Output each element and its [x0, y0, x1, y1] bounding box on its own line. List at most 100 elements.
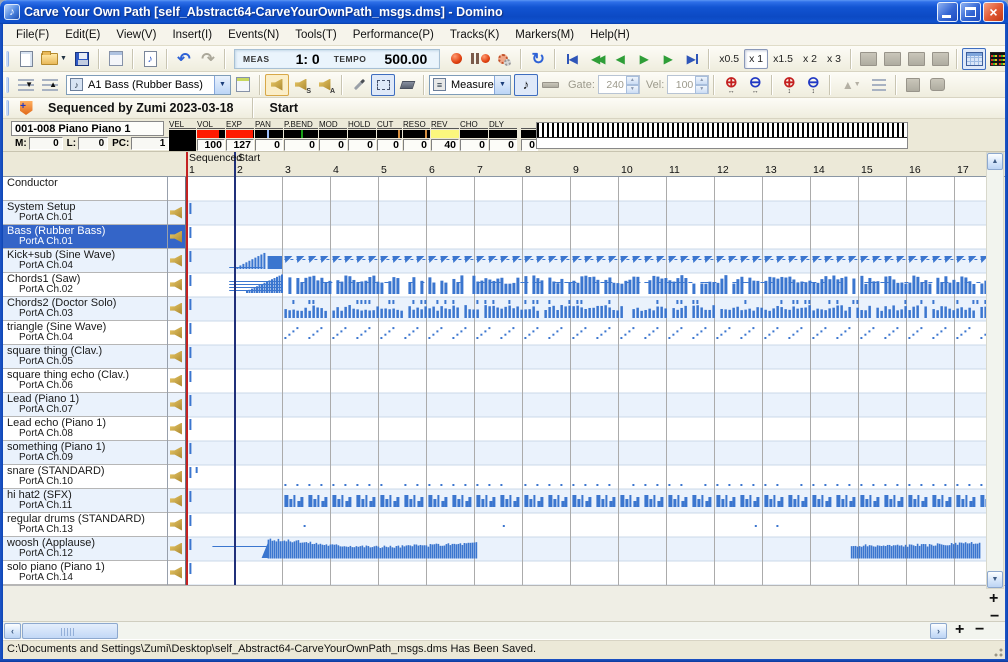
menu-performance[interactable]: Performance(P) — [345, 26, 442, 44]
track-speaker-cell[interactable] — [168, 465, 185, 489]
settings-gears-button[interactable] — [492, 48, 516, 70]
track-speaker-cell[interactable] — [168, 537, 185, 561]
track-row-regular-drums-standard[interactable]: regular drums (STANDARD)PortA Ch.13 — [3, 513, 167, 537]
track-speaker-cell[interactable] — [168, 489, 185, 513]
menu-edit[interactable]: Edit(E) — [57, 26, 108, 44]
disabled-tool-button-2[interactable] — [880, 48, 904, 70]
track-speaker-cell[interactable] — [168, 321, 185, 345]
controller-vel[interactable]: VEL — [169, 120, 196, 151]
track-speaker-cell[interactable] — [168, 393, 185, 417]
track-properties-button[interactable] — [231, 74, 255, 96]
open-file-button[interactable]: ▼ — [38, 48, 70, 70]
monitor-button[interactable] — [265, 74, 289, 96]
close-button[interactable]: × — [983, 2, 1004, 22]
timeline-ruler[interactable]: Sequenced Start 123456789101112131415161… — [3, 152, 1005, 177]
marker-label-start[interactable]: Start — [238, 152, 260, 164]
controller-value[interactable]: 0 — [489, 139, 517, 151]
controller-cut[interactable]: CUT0 — [377, 120, 402, 151]
track-row-woosh-applause[interactable]: woosh (Applause)PortA Ch.12 — [3, 537, 167, 561]
save-button[interactable] — [70, 48, 94, 70]
controller-reso[interactable]: RESO0 — [403, 120, 430, 151]
disabled-tool-button-3[interactable] — [904, 48, 928, 70]
track-row-kick-sub-sine-wave[interactable]: Kick+sub (Sine Wave)PortA Ch.04 — [3, 249, 167, 273]
menu-tools[interactable]: Tools(T) — [287, 26, 345, 44]
velocity-shape-button[interactable]: ▲▼ — [835, 74, 867, 96]
new-file-button[interactable] — [14, 48, 38, 70]
library-button[interactable] — [925, 74, 949, 96]
prev-track-button[interactable]: ▲ — [38, 74, 62, 96]
disabled-tool-button-4[interactable] — [928, 48, 952, 70]
step-forward-button[interactable]: ▶ — [656, 48, 680, 70]
go-to-start-button[interactable]: ◀ — [560, 48, 584, 70]
controller-exp[interactable]: EXP127 — [226, 120, 254, 151]
track-row-chords1-saw[interactable]: Chords1 (Saw)PortA Ch.02 — [3, 273, 167, 297]
menu-help[interactable]: Help(H) — [582, 26, 638, 44]
controller-value[interactable]: 0 — [348, 139, 376, 151]
spinner-arrows[interactable]: ▲▼ — [695, 76, 708, 93]
record-button[interactable] — [444, 48, 468, 70]
track-selector-combo[interactable]: ♪ A1 Bass (Rubber Bass) ▼ — [66, 75, 231, 95]
disabled-tool-button-1[interactable] — [856, 48, 880, 70]
program-name-box[interactable]: 001-008 Piano Piano 1 — [11, 121, 164, 136]
track-row-lead-echo-piano-1[interactable]: Lead echo (Piano 1)PortA Ch.08 — [3, 417, 167, 441]
note-input-button[interactable]: ♪ — [514, 74, 538, 96]
fader-panel-button[interactable] — [901, 74, 925, 96]
add-marker-button[interactable]: + — [14, 97, 38, 119]
select-tool-button[interactable] — [371, 74, 395, 96]
horizontal-scrollbar[interactable]: ‹ › + − — [3, 621, 1005, 639]
controller-mod[interactable]: MOD0 — [319, 120, 347, 151]
speed-x2-button[interactable]: x 2 — [798, 49, 822, 69]
track-row-square-thing-clav[interactable]: square thing (Clav.)PortA Ch.05 — [3, 345, 167, 369]
speed-x15-button[interactable]: x1.5 — [768, 49, 798, 69]
rewind-button[interactable]: ◀◀ — [584, 48, 608, 70]
track-row-system-setup[interactable]: System SetupPortA Ch.01 — [3, 201, 167, 225]
pc-value[interactable]: 1 — [131, 137, 169, 150]
midi-setup-button[interactable]: ♪ — [138, 48, 162, 70]
track-speaker-cell[interactable] — [168, 201, 185, 225]
track-row-something-piano-1[interactable]: something (Piano 1)PortA Ch.09 — [3, 441, 167, 465]
zoom-in-horizontal-button[interactable]: ⊕↔ — [719, 74, 743, 96]
resize-grip[interactable] — [991, 645, 1003, 657]
scroll-right-button[interactable]: › — [930, 623, 947, 639]
menu-tracks[interactable]: Tracks(K) — [442, 26, 507, 44]
vertical-zoom-in-button[interactable]: + — [989, 592, 998, 606]
scroll-down-button[interactable]: ▼ — [987, 571, 1003, 588]
lsb-value[interactable]: 0 — [78, 137, 108, 150]
track-row-hi-hat2-sfx[interactable]: hi hat2 (SFX)PortA Ch.11 — [3, 489, 167, 513]
track-speaker-cell[interactable] — [168, 297, 185, 321]
controller-rev[interactable]: REV40 — [431, 120, 459, 151]
controller-value[interactable]: 0 — [284, 139, 318, 151]
horizontal-scroll-thumb[interactable] — [22, 623, 118, 639]
track-speaker-cell[interactable] — [168, 249, 185, 273]
track-speaker-cell[interactable] — [168, 369, 185, 393]
minimize-button[interactable] — [937, 2, 958, 22]
eraser-tool-button[interactable] — [395, 74, 419, 96]
track-row-bass-rubber-bass[interactable]: Bass (Rubber Bass)PortA Ch.01 — [3, 225, 167, 249]
track-row-snare-standard[interactable]: snare (STANDARD)PortA Ch.10 — [3, 465, 167, 489]
controller-value[interactable]: 127 — [226, 139, 254, 151]
msb-value[interactable]: 0 — [29, 137, 63, 150]
event-lane-button[interactable] — [867, 74, 891, 96]
toolbar-grip[interactable] — [5, 77, 9, 93]
track-row-chords2-doctor-solo[interactable]: Chords2 (Doctor Solo)PortA Ch.03 — [3, 297, 167, 321]
sequence-grid[interactable] — [186, 177, 986, 585]
vel-spinner[interactable]: 100 ▲▼ — [667, 75, 709, 94]
controller-value[interactable]: 0 — [319, 139, 347, 151]
menu-markers[interactable]: Markers(M) — [507, 26, 582, 44]
track-row-conductor[interactable]: Conductor — [3, 177, 167, 201]
track-row-square-thing-echo-clav[interactable]: square thing echo (Clav.)PortA Ch.06 — [3, 369, 167, 393]
horizontal-zoom-out-button[interactable]: − — [975, 623, 984, 637]
track-row-solo-piano-piano-1[interactable]: solo piano (Piano 1)PortA Ch.14 — [3, 561, 167, 585]
toolbar-grip[interactable] — [5, 100, 9, 116]
next-track-button[interactable]: ▼ — [14, 74, 38, 96]
track-speaker-cell[interactable] — [168, 225, 185, 249]
speed-x1-button[interactable]: x 1 — [744, 49, 768, 69]
pen-tool-button[interactable] — [347, 74, 371, 96]
scroll-up-button[interactable]: ▲ — [987, 153, 1003, 170]
track-speaker-cell[interactable] — [168, 513, 185, 537]
menu-insert[interactable]: Insert(I) — [164, 26, 220, 44]
track-speaker-cell[interactable] — [168, 441, 185, 465]
track-speaker-cell[interactable] — [168, 177, 185, 201]
menu-events[interactable]: Events(N) — [220, 26, 287, 44]
controller-value[interactable]: 0 — [377, 139, 402, 151]
